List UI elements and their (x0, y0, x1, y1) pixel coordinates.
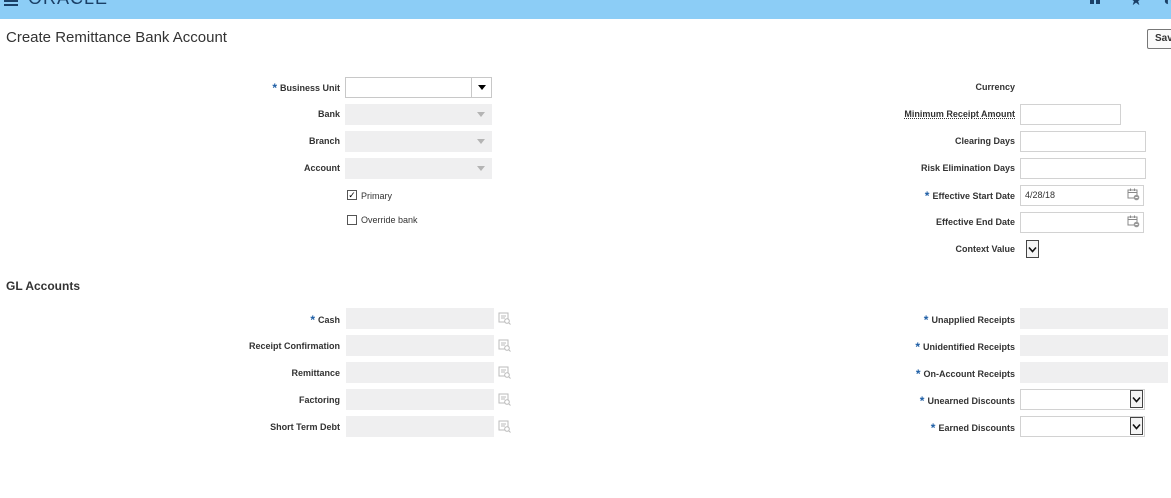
override-bank-label: Override bank (361, 215, 418, 225)
unearned-discounts-select[interactable] (1020, 389, 1145, 410)
chevron-down-icon (477, 166, 485, 171)
unearned-discounts-label: * Unearned Discounts (919, 394, 1015, 408)
business-unit-label: * Business Unit (272, 81, 340, 95)
effective-end-date-label: Effective End Date (935, 217, 1015, 227)
effective-end-date-input[interactable] (1020, 212, 1144, 233)
search-lookup-icon[interactable] (498, 339, 511, 352)
branch-select (345, 131, 492, 152)
on-account-receipts-input[interactable] (1020, 362, 1168, 383)
chevron-down-icon (1028, 246, 1037, 253)
notifications-icon[interactable]: ◐ (1161, 0, 1171, 7)
minimum-receipt-amount-label: Minimum Receipt Amount (904, 109, 1015, 119)
risk-elimination-days-input[interactable] (1020, 158, 1146, 179)
search-lookup-icon[interactable] (498, 420, 511, 433)
cash-label: * Cash (310, 313, 340, 327)
context-value-select[interactable] (1026, 240, 1039, 258)
gl-accounts-heading: GL Accounts (6, 279, 81, 293)
effective-start-date-input[interactable]: 4/28/18 (1020, 185, 1144, 206)
clearing-days-label: Clearing Days (954, 136, 1015, 146)
factoring-input[interactable] (346, 389, 494, 410)
currency-label: Currency (975, 82, 1015, 92)
account-select (345, 158, 492, 179)
unearned-discounts-dropdown-button[interactable] (1130, 390, 1143, 408)
search-lookup-icon[interactable] (498, 366, 511, 379)
search-lookup-icon[interactable] (498, 393, 511, 406)
chevron-down-icon (477, 112, 485, 117)
business-unit-select[interactable] (345, 77, 492, 98)
clearing-days-input[interactable] (1020, 131, 1146, 152)
unapplied-receipts-input[interactable] (1020, 308, 1168, 329)
earned-discounts-dropdown-button[interactable] (1130, 417, 1143, 435)
short-term-debt-label: Short Term Debt (270, 422, 340, 432)
receipt-confirmation-label: Receipt Confirmation (248, 341, 340, 351)
unidentified-receipts-label: * Unidentified Receipts (915, 340, 1015, 354)
primary-checkbox[interactable]: ✓ (347, 190, 357, 200)
page-title: Create Remittance Bank Account (6, 29, 227, 46)
unidentified-receipts-input[interactable] (1020, 335, 1168, 356)
business-unit-dropdown-button[interactable] (471, 78, 491, 97)
earned-discounts-select[interactable] (1020, 416, 1145, 437)
branch-label: Branch (308, 136, 340, 146)
risk-elimination-days-label: Risk Elimination Days (920, 163, 1015, 173)
effective-start-date-label: * Effective Start Date (924, 189, 1015, 203)
account-label: Account (304, 163, 340, 173)
home-icon[interactable] (1088, 0, 1102, 7)
bank-label: Bank (317, 109, 340, 119)
minimum-receipt-amount-input[interactable] (1020, 104, 1121, 125)
context-value-label: Context Value (955, 244, 1015, 254)
unapplied-receipts-label: * Unapplied Receipts (923, 313, 1015, 327)
receipt-confirmation-input[interactable] (346, 335, 494, 356)
override-bank-checkbox[interactable] (347, 215, 357, 225)
primary-label: Primary (361, 191, 392, 201)
search-lookup-icon[interactable] (498, 312, 511, 325)
top-header: ORACLE ★ ◐ (0, 0, 1171, 19)
bank-select (345, 104, 492, 125)
calendar-icon[interactable] (1127, 188, 1140, 201)
oracle-logo[interactable]: ORACLE (28, 0, 108, 9)
on-account-receipts-label: * On-Account Receipts (915, 367, 1015, 381)
remittance-label: Remittance (291, 368, 340, 378)
cash-account-input[interactable] (346, 308, 494, 329)
favorites-star-icon[interactable]: ★ (1129, 0, 1143, 7)
chevron-down-icon (477, 85, 486, 90)
factoring-label: Factoring (298, 395, 340, 405)
earned-discounts-label: * Earned Discounts (930, 421, 1015, 435)
calendar-icon[interactable] (1127, 215, 1140, 228)
chevron-down-icon (1132, 423, 1141, 430)
menu-icon[interactable] (4, 0, 18, 6)
remittance-input[interactable] (346, 362, 494, 383)
chevron-down-icon (477, 139, 485, 144)
save-button[interactable]: Sav (1147, 29, 1171, 49)
short-term-debt-input[interactable] (346, 416, 494, 437)
chevron-down-icon (1132, 396, 1141, 403)
